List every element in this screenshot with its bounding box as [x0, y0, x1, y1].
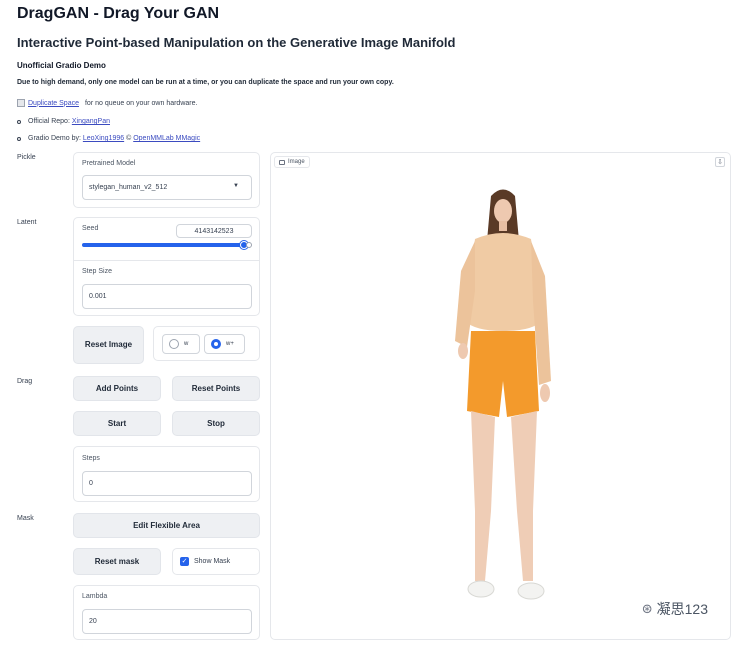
seed-value: 4143142523 — [194, 227, 234, 235]
seed-slider-track[interactable] — [82, 243, 246, 247]
latent-type-radio-group: w w+ — [153, 326, 260, 361]
image-icon — [279, 159, 285, 165]
pretrained-model-label: Pretrained Model — [82, 160, 136, 167]
pretrained-model-dropdown[interactable]: stylegan_human_v2_512 ▼ — [82, 175, 252, 200]
list-item: Gradio Demo by: LeoXing1996 © OpenMMLab … — [17, 130, 200, 147]
unofficial-heading: Unofficial Gradio Demo — [17, 61, 106, 70]
seed-number-input[interactable]: 4143142523 — [176, 224, 252, 238]
demand-notice: Due to high demand, only one model can b… — [17, 79, 394, 86]
watermark-text: 凝思123 — [656, 601, 708, 617]
step-size-label: Step Size — [82, 268, 112, 275]
steps-value: 0 — [89, 480, 93, 487]
steps-label: Steps — [82, 455, 100, 462]
right-leg — [511, 411, 537, 581]
section-label-mask: Mask — [17, 515, 34, 522]
sweater — [465, 233, 541, 331]
broken-image-icon — [17, 99, 25, 107]
steps-panel: Steps 0 — [73, 446, 260, 502]
radio-wplus-icon[interactable] — [211, 339, 221, 349]
demo-separator: © — [126, 135, 132, 142]
lambda-value: 20 — [89, 618, 97, 625]
image-panel: Image ⇩ ⊛ 凝思123 — [270, 152, 731, 640]
seed-slider-end — [246, 242, 252, 248]
image-tag: Image — [274, 156, 310, 168]
duplicate-suffix: for no queue on your own hardware. — [84, 99, 198, 107]
lambda-label: Lambda — [82, 593, 108, 600]
check-icon[interactable]: ✓ — [180, 557, 189, 566]
duplicate-space-link[interactable]: Duplicate Space — [28, 100, 79, 107]
lambda-panel: Lambda 20 — [73, 585, 260, 640]
steps-input[interactable]: 0 — [82, 471, 252, 496]
mmagic-link[interactable]: OpenMMLab MMagic — [133, 135, 200, 142]
radio-w-icon[interactable] — [169, 339, 179, 349]
reset-points-button[interactable]: Reset Points — [172, 376, 260, 401]
edit-flexible-area-button[interactable]: Edit Flexible Area — [73, 513, 260, 538]
page-title: DragGAN - Drag Your GAN — [17, 5, 220, 22]
radio-wplus-label: w+ — [226, 341, 234, 347]
right-hand — [540, 384, 550, 402]
list-item: Official Repo: XingangPan — [17, 113, 200, 130]
generated-image[interactable] — [383, 181, 623, 616]
step-size-value: 0.001 — [89, 293, 107, 300]
links-list: Official Repo: XingangPan Gradio Demo by… — [17, 113, 200, 147]
duplicate-row: Duplicate Space for no queue on your own… — [17, 99, 197, 107]
radio-option-wplus[interactable]: w+ — [204, 334, 245, 354]
section-label-drag: Drag — [17, 378, 33, 385]
left-leg — [471, 411, 495, 581]
start-button[interactable]: Start — [73, 411, 161, 436]
seed-label: Seed — [82, 225, 99, 232]
show-mask-label: Show Mask — [194, 558, 231, 565]
page-subtitle: Interactive Point-based Manipulation on … — [17, 35, 456, 50]
radio-option-w[interactable]: w — [162, 334, 200, 354]
neck — [499, 221, 507, 231]
left-shoe — [467, 580, 495, 598]
right-shoe — [517, 582, 545, 600]
section-label-latent: Latent — [17, 219, 37, 226]
latent-panel: Seed 4143142523 Step Size 0.001 — [73, 217, 260, 316]
demo-prefix: Gradio Demo by: — [28, 135, 81, 142]
show-mask-checkbox-wrap[interactable]: ✓ Show Mask — [172, 548, 260, 575]
stop-button[interactable]: Stop — [172, 411, 260, 436]
bullet-icon — [17, 119, 21, 124]
dropdown-caret-icon: ▼ — [233, 183, 239, 189]
face — [494, 199, 512, 223]
repo-link[interactable]: XingangPan — [72, 118, 110, 125]
reset-mask-button[interactable]: Reset mask — [73, 548, 161, 575]
shorts — [467, 331, 539, 417]
reset-image-button[interactable]: Reset Image — [73, 326, 144, 364]
pickle-panel: Pretrained Model stylegan_human_v2_512 ▼ — [73, 152, 260, 208]
repo-prefix: Official Repo: — [28, 118, 70, 125]
left-hand — [458, 343, 468, 359]
image-tag-label: Image — [288, 159, 305, 165]
radio-w-label: w — [184, 341, 189, 347]
lambda-input[interactable]: 20 — [82, 609, 252, 634]
pretrained-model-value: stylegan_human_v2_512 — [89, 184, 168, 191]
download-icon[interactable]: ⇩ — [715, 157, 725, 167]
divider — [74, 260, 259, 261]
bullet-icon — [17, 136, 21, 141]
demo-author-link[interactable]: LeoXing1996 — [83, 135, 124, 142]
add-points-button[interactable]: Add Points — [73, 376, 161, 401]
wechat-icon: ⊛ — [641, 601, 653, 616]
section-label-pickle: Pickle — [17, 154, 36, 161]
step-size-input[interactable]: 0.001 — [82, 284, 252, 309]
watermark: ⊛ 凝思123 — [642, 599, 708, 619]
